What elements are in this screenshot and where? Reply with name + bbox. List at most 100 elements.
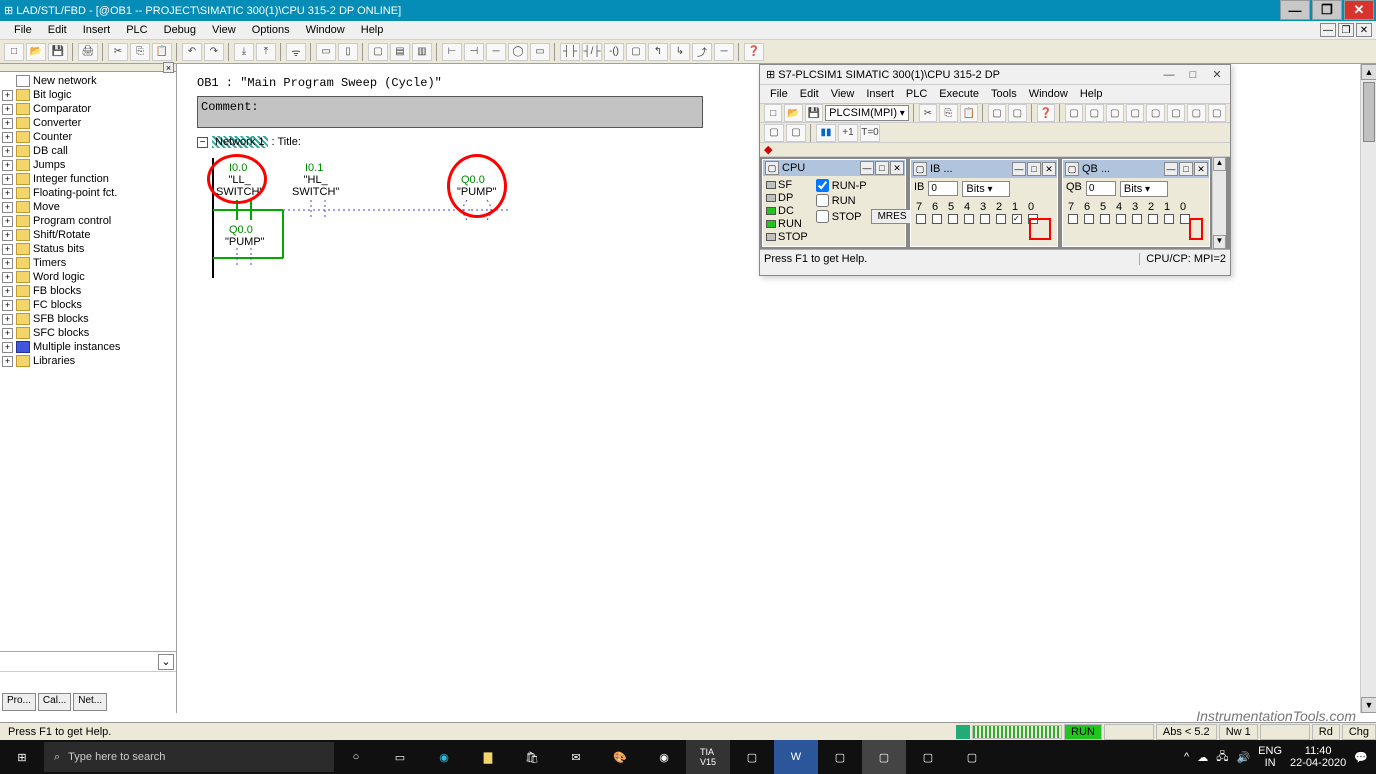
tool-b4[interactable]: ─	[714, 43, 734, 61]
tool-cut[interactable]: ✂	[108, 43, 128, 61]
menu-file[interactable]: File	[6, 24, 40, 36]
menu-debug[interactable]: Debug	[156, 24, 204, 36]
sim-v5[interactable]: ▢	[1146, 104, 1164, 122]
tool-redo[interactable]: ↷	[204, 43, 224, 61]
menu-window[interactable]: Window	[298, 24, 353, 36]
tree-item-fb-blocks[interactable]: +FB blocks	[2, 284, 174, 298]
tool-upload[interactable]: ⤒	[256, 43, 276, 61]
tray-lang1[interactable]: ENG	[1258, 745, 1282, 757]
bit-7[interactable]	[1068, 214, 1078, 224]
tool-lad3[interactable]: ─	[486, 43, 506, 61]
simatic-icon[interactable]: ▢	[862, 740, 906, 774]
ib-format[interactable]: Bits ▾	[962, 181, 1010, 197]
ib-bit-row[interactable]	[914, 214, 1054, 224]
tree-item-fc-blocks[interactable]: +FC blocks	[2, 298, 174, 312]
sidebar-close[interactable]: ×	[163, 62, 174, 73]
sim-open[interactable]: 📂	[784, 104, 802, 122]
sim-new[interactable]: □	[764, 104, 782, 122]
tool-lad1[interactable]: ⊢	[442, 43, 462, 61]
bit-7[interactable]	[916, 214, 926, 224]
tab-cal[interactable]: Cal...	[38, 693, 71, 711]
sim-t5[interactable]: ▢	[1008, 104, 1026, 122]
tool-new[interactable]: □	[4, 43, 24, 61]
tree-item-timers[interactable]: +Timers	[2, 256, 174, 270]
tree-item-floating-point-fct-[interactable]: +Floating-point fct.	[2, 186, 174, 200]
tool-lad5[interactable]: ▭	[530, 43, 550, 61]
minimize-button[interactable]: —	[1280, 0, 1310, 20]
tool-split1[interactable]: ▭	[316, 43, 336, 61]
sim-reset[interactable]: T=0	[860, 124, 880, 142]
cpu-max[interactable]: □	[875, 161, 889, 175]
tool-w2[interactable]: ▤	[390, 43, 410, 61]
sim-r2[interactable]: ▢	[786, 124, 806, 142]
sim-v6[interactable]: ▢	[1167, 104, 1185, 122]
tree-item-bit-logic[interactable]: +Bit logic	[2, 88, 174, 102]
sim-menu-insert[interactable]: Insert	[860, 88, 900, 100]
qb-format[interactable]: Bits ▾	[1120, 181, 1168, 197]
ib-value[interactable]	[928, 181, 958, 196]
tray-vol-icon[interactable]: 🔊	[1236, 751, 1250, 764]
explorer-icon[interactable]: ▇	[466, 740, 510, 774]
sim-v7[interactable]: ▢	[1187, 104, 1205, 122]
sim-t2[interactable]: ⎘	[939, 104, 957, 122]
sim-menu-edit[interactable]: Edit	[794, 88, 825, 100]
tree-item-multiple-instances[interactable]: +Multiple instances	[2, 340, 174, 354]
sim-v2[interactable]: ▢	[1085, 104, 1103, 122]
tree-item-program-control[interactable]: +Program control	[2, 214, 174, 228]
tree-item-converter[interactable]: +Converter	[2, 116, 174, 130]
tool-b2[interactable]: ↳	[670, 43, 690, 61]
run-radio[interactable]: RUN	[816, 194, 914, 207]
menu-view[interactable]: View	[204, 24, 244, 36]
tool-monitor[interactable]: ᯤ	[286, 43, 306, 61]
tree-item-word-logic[interactable]: +Word logic	[2, 270, 174, 284]
ib-cls[interactable]: ✕	[1042, 162, 1056, 176]
comment-box[interactable]: Comment:	[197, 96, 703, 128]
bit-1[interactable]	[1012, 214, 1022, 224]
sim-minimize[interactable]: —	[1162, 68, 1176, 82]
tree-item-shift-rotate[interactable]: +Shift/Rotate	[2, 228, 174, 242]
qb-bit-row[interactable]	[1066, 214, 1206, 224]
tool-open[interactable]: 📂	[26, 43, 46, 61]
bit-2[interactable]	[996, 214, 1006, 224]
sim-v8[interactable]: ▢	[1208, 104, 1226, 122]
mdi-minimize[interactable]: —	[1320, 23, 1336, 37]
cpu-min[interactable]: —	[860, 161, 874, 175]
sim-close[interactable]: ✕	[1210, 68, 1224, 82]
menu-options[interactable]: Options	[244, 24, 298, 36]
tree-item-move[interactable]: +Move	[2, 200, 174, 214]
network-collapse[interactable]: −	[197, 137, 208, 148]
tray-time[interactable]: 11:40	[1305, 745, 1332, 757]
bit-6[interactable]	[1084, 214, 1094, 224]
app2-icon[interactable]: ▢	[818, 740, 862, 774]
start-button[interactable]: ⊞	[0, 740, 44, 774]
tree-item-integer-function[interactable]: +Integer function	[2, 172, 174, 186]
tool-help[interactable]: ❓	[744, 43, 764, 61]
tool-paste[interactable]: 📋	[152, 43, 172, 61]
sim-menu-window[interactable]: Window	[1023, 88, 1074, 100]
tool-save[interactable]: 💾	[48, 43, 68, 61]
plcsim-window[interactable]: ⊞ S7-PLCSIM1 SIMATIC 300(1)\CPU 315-2 DP…	[759, 64, 1231, 276]
tree-item-new-network[interactable]: +New network	[2, 74, 174, 88]
sim-v3[interactable]: ▢	[1106, 104, 1124, 122]
plcsim-icon[interactable]: ▢	[950, 740, 994, 774]
tool-undo[interactable]: ↶	[182, 43, 202, 61]
tool-c2[interactable]: ┤/├	[582, 43, 602, 61]
sim-menu-tools[interactable]: Tools	[985, 88, 1023, 100]
tree-item-counter[interactable]: +Counter	[2, 130, 174, 144]
bit-2[interactable]	[1148, 214, 1158, 224]
menu-help[interactable]: Help	[353, 24, 392, 36]
sim-t4[interactable]: ▢	[988, 104, 1006, 122]
tree-item-status-bits[interactable]: +Status bits	[2, 242, 174, 256]
tray-notif-icon[interactable]: 💬	[1354, 751, 1368, 764]
bit-5[interactable]	[1100, 214, 1110, 224]
sim-help[interactable]: ❓	[1037, 104, 1055, 122]
tool-download[interactable]: ⤓	[234, 43, 254, 61]
tool-w1[interactable]: ▢	[368, 43, 388, 61]
edge-icon[interactable]: ◉	[422, 740, 466, 774]
mdi-close[interactable]: ✕	[1356, 23, 1372, 37]
bit-1[interactable]	[1164, 214, 1174, 224]
tree-item-libraries[interactable]: +Libraries	[2, 354, 174, 368]
qb-min[interactable]: —	[1164, 162, 1178, 176]
tree-item-sfc-blocks[interactable]: +SFC blocks	[2, 326, 174, 340]
bit-6[interactable]	[932, 214, 942, 224]
